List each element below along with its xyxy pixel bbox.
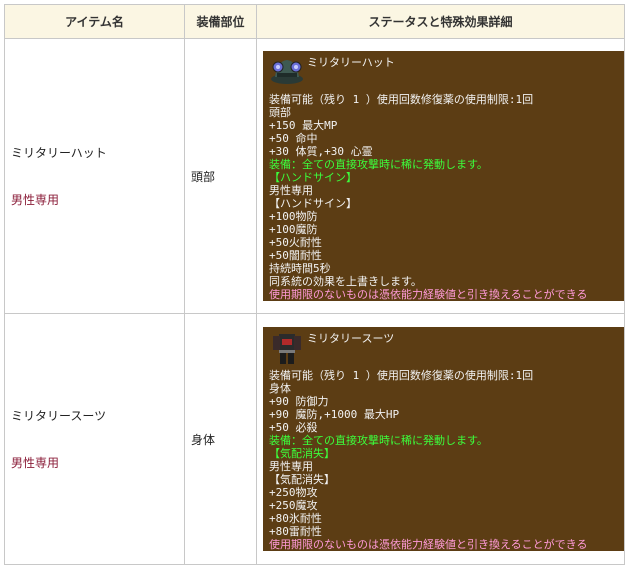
item-tooltip: ミリタリースーツ 装備可能（残り 1 ）使用回数修復薬の使用制限:1回 身体 +90… (263, 327, 624, 551)
tooltip-line: 【ハンドサイン】 (269, 197, 357, 210)
tooltip-line: 使用期限のないものは憑依能力経験値と引き換えることができる (269, 538, 588, 551)
tooltip-line: +90 魔防,+1000 最大HP (269, 408, 400, 421)
item-name-cell: ミリタリーハット 男性専用 (4, 38, 185, 314)
item-name: ミリタリーハット (11, 146, 107, 160)
detail-cell: ミリタリーハット 装備可能（残り 1 ）使用回数修復薬の使用制限:1回 頭部 +15… (256, 38, 625, 314)
tooltip-line: +250物攻 (269, 486, 318, 499)
tooltip-title: ミリタリースーツ (307, 332, 395, 345)
item-table: アイテム名 装備部位 ステータスと特殊効果詳細 ミリタリーハット 男性専用 頭部 (4, 4, 625, 565)
tooltip-line: 男性専用 (269, 460, 313, 473)
tooltip-line: +80氷耐性 (269, 512, 322, 525)
item-tooltip: ミリタリーハット 装備可能（残り 1 ）使用回数修復薬の使用制限:1回 頭部 +15… (263, 51, 624, 301)
header-slot: 装備部位 (184, 4, 257, 39)
header-item-name: アイテム名 (4, 4, 185, 39)
tooltip-line: +150 最大MP (269, 119, 338, 132)
item-name: ミリタリースーツ (11, 409, 107, 423)
tooltip-line: 持続時間5秒 (269, 262, 331, 275)
tooltip-title: ミリタリーハット (307, 56, 395, 69)
tooltip-line: 装備：全ての直接攻撃時に稀に発動します。 (269, 158, 488, 171)
tooltip-line: 同系統の効果を上書きします。 (269, 275, 422, 288)
tooltip-line: +100物防 (269, 210, 318, 223)
tooltip-line: 身体 (269, 382, 291, 395)
tooltip-line: +100魔防 (269, 223, 318, 236)
tooltip-line: +90 防御力 (269, 395, 329, 408)
tooltip-line: 頭部 (269, 106, 291, 119)
tooltip-line: +30 体質,+30 心霊 (269, 145, 373, 158)
tooltip-line: +50火耐性 (269, 236, 322, 249)
tooltip-line: 【ハンドサイン】 (269, 171, 357, 184)
tooltip-lines: 装備可能（残り 1 ）使用回数修復薬の使用制限:1回 身体 +90 防御力 +90 魔… (269, 369, 618, 551)
tooltip-line: 装備可能（残り 1 ）使用回数修復薬の使用制限:1回 (269, 369, 534, 382)
military-suit-icon (269, 331, 305, 365)
tooltip-line: +50 必殺 (269, 421, 318, 434)
detail-cell: ミリタリースーツ 装備可能（残り 1 ）使用回数修復薬の使用制限:1回 身体 +90… (256, 313, 625, 565)
tooltip-line: 装備：全ての直接攻撃時に稀に発動します。 (269, 434, 488, 447)
header-row: アイテム名 装備部位 ステータスと特殊効果詳細 (4, 4, 625, 39)
header-details: ステータスと特殊効果詳細 (256, 4, 625, 39)
item-name-cell: ミリタリースーツ 男性専用 (4, 313, 185, 565)
slot-cell: 頭部 (184, 38, 257, 314)
table-row: ミリタリーハット 男性専用 頭部 ミリタリーハット 装備可能（残り 1 ）使用回… (4, 38, 625, 314)
tooltip-line: +80雷耐性 (269, 525, 322, 538)
tooltip-line: 【気配消失】 (269, 473, 335, 486)
table-row: ミリタリースーツ 男性専用 身体 ミリタリースーツ 装備可能（残り 1 ）使用回… (4, 313, 625, 565)
tooltip-line: +50闇耐性 (269, 249, 322, 262)
tooltip-line: 【気配消失】 (269, 447, 335, 460)
tooltip-line: 装備可能（残り 1 ）使用回数修復薬の使用制限:1回 (269, 93, 534, 106)
tooltip-line: 使用期限のないものは憑依能力経験値と引き換えることができる (269, 288, 588, 301)
tooltip-lines: 装備可能（残り 1 ）使用回数修復薬の使用制限:1回 頭部 +150 最大MP +50… (269, 93, 618, 301)
tooltip-line: +50 命中 (269, 132, 318, 145)
tooltip-line: 男性専用 (269, 184, 313, 197)
gender-restriction: 男性専用 (11, 456, 60, 470)
slot-cell: 身体 (184, 313, 257, 565)
military-hat-icon (269, 55, 305, 89)
tooltip-line: +250魔攻 (269, 499, 318, 512)
gender-restriction: 男性専用 (11, 193, 60, 207)
